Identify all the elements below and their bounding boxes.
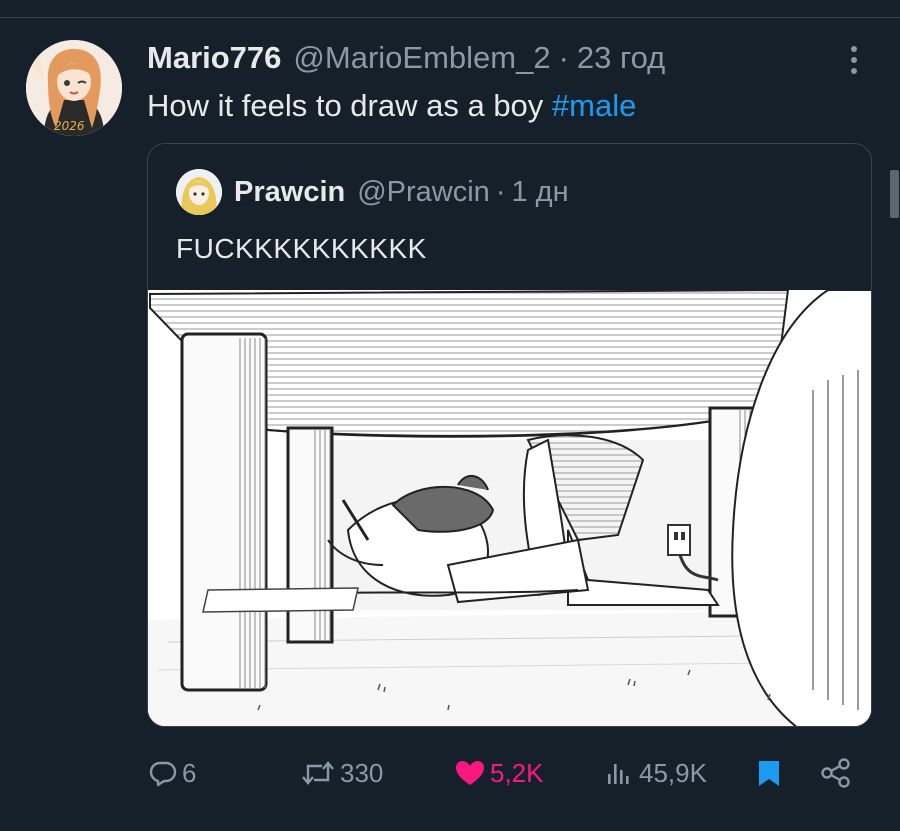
quoted-display-name[interactable]: Prawcin <box>234 176 345 209</box>
retweet-icon <box>302 761 334 785</box>
more-vertical-icon <box>851 46 857 74</box>
tweet-timestamp[interactable]: 23 год <box>577 40 665 76</box>
views-count: 45,9K <box>639 757 707 788</box>
scrollbar-thumb[interactable] <box>890 170 899 218</box>
tweet-text: How it feels to draw as a boy #male <box>147 84 636 128</box>
more-options-button[interactable] <box>838 42 870 78</box>
svg-text:2026: 2026 <box>54 119 85 133</box>
tweet-header: Mario776 @MarioEmblem_2 · 23 год <box>147 36 665 80</box>
tweet-actions: 6 330 5,2K 45,9K <box>0 748 900 798</box>
quoted-tweet-header: Prawcin @Prawcin · 1 дн <box>234 172 569 212</box>
author-handle[interactable]: @MarioEmblem_2 <box>293 40 550 76</box>
hashtag-link[interactable]: #male <box>552 88 636 123</box>
share-button[interactable] <box>820 748 852 798</box>
like-count: 5,2K <box>490 757 544 788</box>
reply-icon <box>149 761 177 787</box>
retweet-button[interactable]: 330 <box>300 748 383 798</box>
tweet-screen: 2026 Mario776 @MarioEmblem_2 · 23 год Ho… <box>0 0 900 831</box>
like-button[interactable]: 5,2K <box>454 748 544 798</box>
reply-count: 6 <box>182 757 197 788</box>
share-icon <box>821 758 850 788</box>
tweet-body: How it feels to draw as a boy <box>147 88 552 123</box>
views-button[interactable]: 45,9K <box>605 748 707 798</box>
separator-dot: · <box>495 175 506 208</box>
quoted-author-avatar[interactable] <box>176 169 222 215</box>
author-avatar[interactable]: 2026 <box>26 40 122 136</box>
quoted-handle[interactable]: @Prawcin <box>357 176 490 209</box>
heart-filled-icon <box>456 761 484 785</box>
separator-dot: · <box>558 40 569 75</box>
divider <box>0 17 900 18</box>
quoted-timestamp[interactable]: 1 дн <box>511 176 568 209</box>
quoted-tweet-image[interactable] <box>148 288 871 726</box>
bookmark-button[interactable] <box>756 748 782 798</box>
author-display-name[interactable]: Mario776 <box>147 40 281 76</box>
quoted-tweet-card[interactable]: Prawcin @Prawcin · 1 дн FUCKKKKKKKKKK <box>147 143 872 727</box>
views-icon <box>608 764 629 784</box>
quoted-tweet-text: FUCKKKKKKKKKK <box>176 233 427 264</box>
reply-button[interactable]: 6 <box>148 748 196 798</box>
retweet-count: 330 <box>340 757 384 788</box>
bookmark-filled-icon <box>759 761 779 786</box>
